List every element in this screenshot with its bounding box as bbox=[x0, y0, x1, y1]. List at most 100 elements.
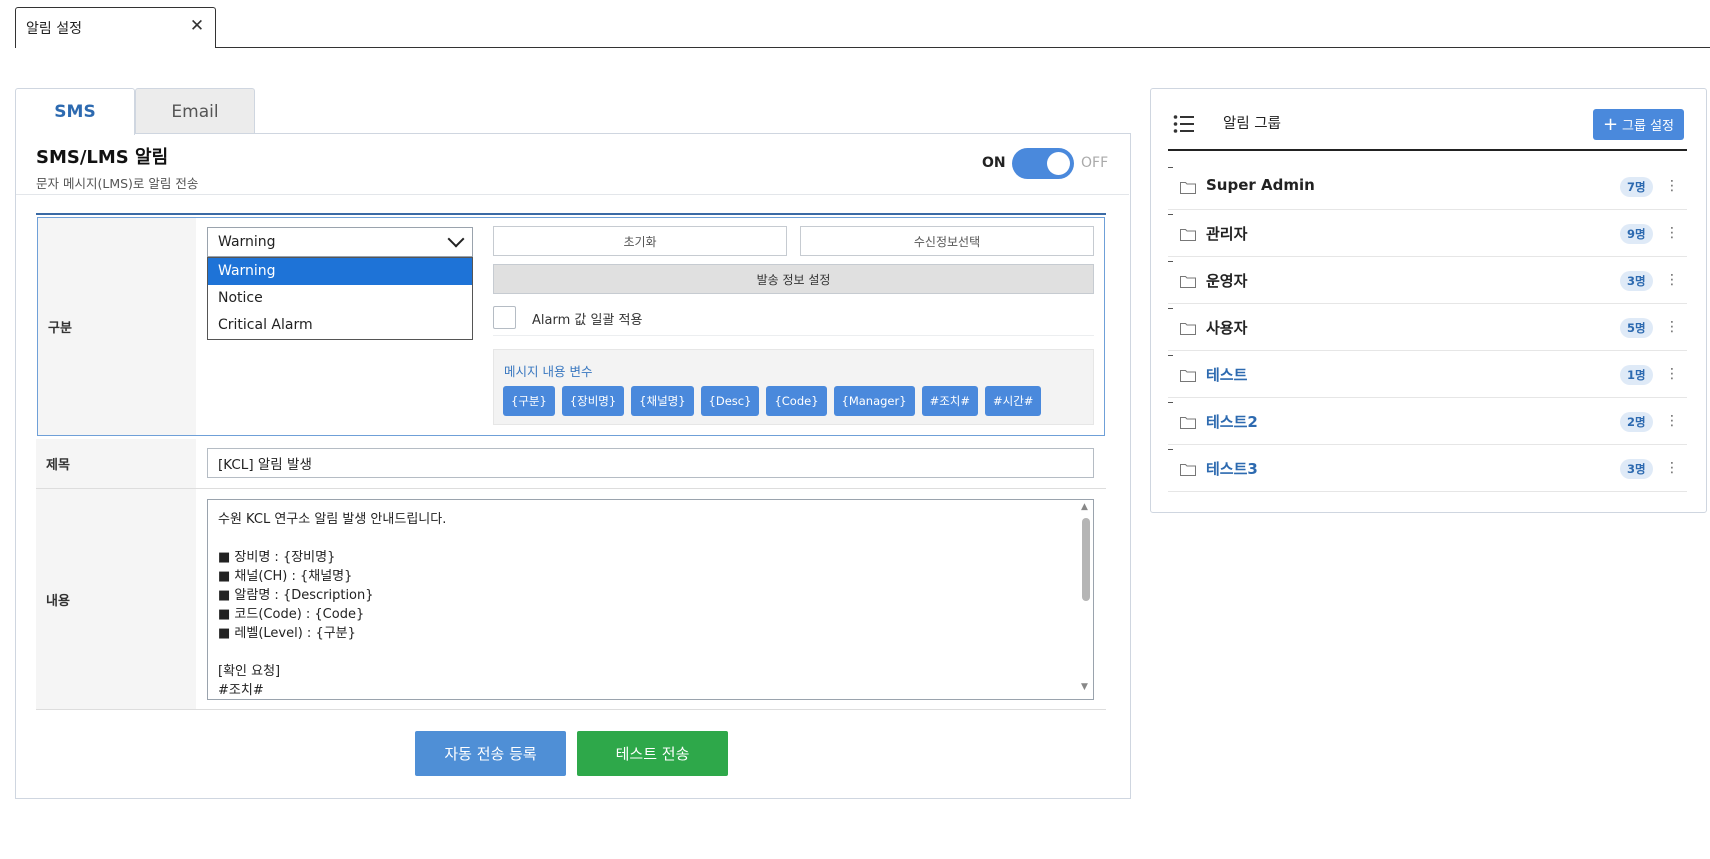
test-send-button[interactable]: 테스트 전송 bbox=[577, 731, 728, 776]
variable-chip-time[interactable]: #시간# bbox=[985, 386, 1042, 416]
group-member-count: 5명 bbox=[1620, 318, 1653, 338]
gubun-label-cell: 구분 bbox=[38, 218, 196, 435]
dropdown-option-critical-alarm[interactable]: Critical Alarm bbox=[208, 312, 472, 339]
more-vertical-icon[interactable]: ⋮ bbox=[1665, 175, 1679, 197]
scroll-up-arrow-icon[interactable]: ▲ bbox=[1081, 502, 1088, 512]
content-label-cell: 내용 bbox=[36, 489, 196, 709]
content-textarea[interactable]: 수원 KCL 연구소 알림 발생 안내드립니다. ■ 장비명 : {장비명} ■… bbox=[207, 499, 1094, 700]
dropdown-option-warning[interactable]: Warning bbox=[208, 258, 472, 285]
folder-icon bbox=[1180, 417, 1196, 429]
group-member-count: 9명 bbox=[1620, 224, 1653, 244]
variable-chip-action[interactable]: #조치# bbox=[921, 386, 978, 416]
variable-chip-equipment[interactable]: {장비명} bbox=[561, 386, 625, 416]
page-tab-divider bbox=[215, 47, 1710, 48]
gubun-dropdown: Warning Notice Critical Alarm bbox=[207, 257, 473, 340]
content-row-divider bbox=[36, 709, 1106, 710]
recipient-select-button[interactable]: 수신정보선택 bbox=[800, 226, 1094, 256]
folder-icon bbox=[1180, 464, 1196, 476]
group-member-count: 7명 bbox=[1620, 177, 1653, 197]
dropdown-option-notice[interactable]: Notice bbox=[208, 285, 472, 312]
toggle-knob bbox=[1047, 152, 1070, 175]
tree-tick bbox=[1168, 214, 1173, 215]
tab-sms[interactable]: SMS bbox=[15, 88, 135, 135]
folder-icon bbox=[1180, 229, 1196, 241]
list-icon bbox=[1173, 115, 1194, 133]
variable-chip-desc[interactable]: {Desc} bbox=[700, 386, 760, 416]
tree-tick bbox=[1168, 402, 1173, 403]
group-member-count: 3명 bbox=[1620, 271, 1653, 291]
checkbox-divider bbox=[493, 335, 1094, 336]
gubun-selected-value: Warning bbox=[218, 234, 276, 250]
group-panel-divider bbox=[1168, 149, 1687, 151]
subject-label: 제목 bbox=[46, 458, 70, 473]
form-top-border bbox=[36, 213, 1106, 215]
subject-label-cell: 제목 bbox=[36, 439, 196, 489]
tree-tick bbox=[1168, 308, 1173, 309]
message-variables-title: 메시지 내용 변수 bbox=[504, 364, 593, 379]
more-vertical-icon[interactable]: ⋮ bbox=[1665, 316, 1679, 338]
panel-title: SMS/LMS 알림 bbox=[36, 147, 169, 168]
group-member-count: 2명 bbox=[1620, 412, 1653, 432]
sms-toggle-switch[interactable] bbox=[1012, 148, 1074, 179]
gubun-label: 구분 bbox=[48, 321, 72, 336]
plus-icon: + bbox=[1602, 113, 1619, 135]
group-member-count: 1명 bbox=[1620, 365, 1653, 385]
group-name: 테스트2 bbox=[1206, 413, 1258, 431]
variable-chip-code[interactable]: {Code} bbox=[766, 386, 827, 416]
tree-tick bbox=[1168, 449, 1173, 450]
group-name: 관리자 bbox=[1206, 225, 1248, 243]
header-divider bbox=[16, 194, 1129, 195]
scroll-down-arrow-icon[interactable]: ▼ bbox=[1081, 682, 1088, 692]
variable-chip-manager[interactable]: {Manager} bbox=[833, 386, 915, 416]
group-name: 테스트 bbox=[1206, 366, 1248, 384]
toggle-on-label: ON bbox=[982, 155, 1006, 171]
tree-tick bbox=[1168, 167, 1173, 168]
group-row-test[interactable]: 테스트 1명 ⋮ bbox=[1168, 351, 1687, 398]
send-info-settings-button[interactable]: 발송 정보 설정 bbox=[493, 264, 1094, 294]
folder-icon bbox=[1180, 182, 1196, 194]
bulk-apply-checkbox[interactable] bbox=[493, 306, 516, 329]
bulk-apply-label: Alarm 값 일괄 적용 bbox=[532, 313, 643, 328]
reset-button[interactable]: 초기화 bbox=[493, 226, 787, 256]
group-row-admin[interactable]: 관리자 9명 ⋮ bbox=[1168, 210, 1687, 257]
subject-input[interactable]: [KCL] 알림 발생 bbox=[207, 448, 1094, 478]
group-member-count: 3명 bbox=[1620, 459, 1653, 479]
variable-chip-channel[interactable]: {채널명} bbox=[631, 386, 694, 416]
tab-email-label: Email bbox=[171, 101, 219, 122]
more-vertical-icon[interactable]: ⋮ bbox=[1665, 457, 1679, 479]
folder-icon bbox=[1180, 276, 1196, 288]
gubun-select[interactable]: Warning bbox=[207, 227, 473, 257]
close-icon[interactable]: ✕ bbox=[187, 16, 207, 36]
group-row-test2[interactable]: 테스트2 2명 ⋮ bbox=[1168, 398, 1687, 445]
more-vertical-icon[interactable]: ⋮ bbox=[1665, 363, 1679, 385]
more-vertical-icon[interactable]: ⋮ bbox=[1665, 269, 1679, 291]
folder-icon bbox=[1180, 323, 1196, 335]
more-vertical-icon[interactable]: ⋮ bbox=[1665, 410, 1679, 432]
folder-icon bbox=[1180, 370, 1196, 382]
tree-tick bbox=[1168, 355, 1173, 356]
more-vertical-icon[interactable]: ⋮ bbox=[1665, 222, 1679, 244]
scrollbar-thumb[interactable] bbox=[1082, 518, 1090, 601]
page-tab-label: 알림 설정 bbox=[26, 21, 82, 37]
tree-tick bbox=[1168, 261, 1173, 262]
group-row-operator[interactable]: 운영자 3명 ⋮ bbox=[1168, 257, 1687, 304]
page-tab-alarm-settings[interactable]: 알림 설정 ✕ bbox=[15, 7, 216, 48]
content-label: 내용 bbox=[46, 593, 70, 609]
tab-sms-label: SMS bbox=[54, 102, 96, 122]
group-name: Super Admin bbox=[1206, 176, 1315, 194]
chevron-down-icon bbox=[447, 230, 465, 248]
group-name: 테스트3 bbox=[1206, 460, 1258, 478]
alarm-group-title: 알림 그룹 bbox=[1223, 116, 1281, 132]
variable-chip-gubun[interactable]: {구분} bbox=[503, 386, 555, 416]
subject-row-divider bbox=[36, 488, 1106, 489]
group-settings-button[interactable]: + 그룹 설정 bbox=[1593, 109, 1684, 140]
tab-email[interactable]: Email bbox=[135, 88, 255, 134]
group-settings-label: 그룹 설정 bbox=[1622, 119, 1675, 134]
group-row-super-admin[interactable]: Super Admin 7명 ⋮ bbox=[1168, 163, 1687, 210]
group-name: 사용자 bbox=[1206, 319, 1248, 337]
group-row-test3[interactable]: 테스트3 3명 ⋮ bbox=[1168, 445, 1687, 492]
panel-header: SMS/LMS 알림 문자 메시지(LMS)로 알림 전송 bbox=[36, 143, 198, 192]
group-row-user[interactable]: 사용자 5명 ⋮ bbox=[1168, 304, 1687, 351]
variable-chips: {구분} {장비명} {채널명} {Desc} {Code} {Manager}… bbox=[503, 386, 1042, 416]
auto-send-register-button[interactable]: 자동 전송 등록 bbox=[415, 731, 566, 776]
